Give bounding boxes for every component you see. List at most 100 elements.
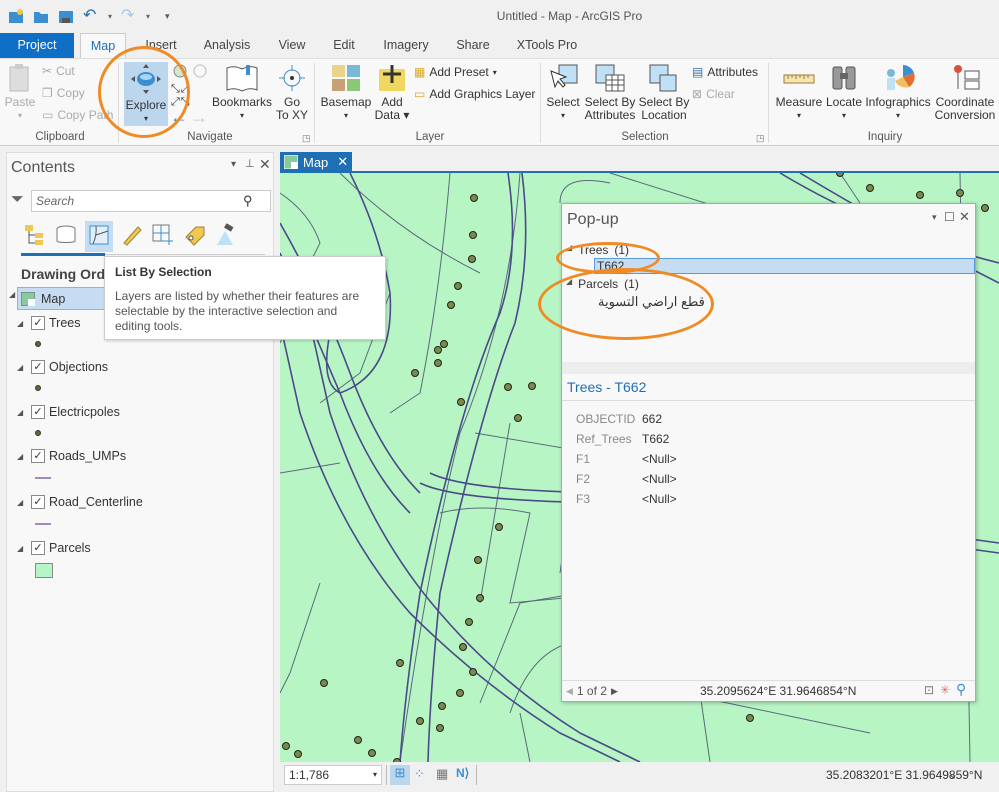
paste-button[interactable]: Paste ▾ xyxy=(4,63,36,122)
infographics-button[interactable]: Infographics ▾ xyxy=(864,63,932,122)
previous-extent-icon[interactable]: ← xyxy=(170,107,188,128)
tree-point[interactable] xyxy=(440,340,448,348)
cut-button[interactable]: ✂ Cut xyxy=(42,64,75,78)
popup-feature-parcel[interactable]: قطع اراضي التسوية xyxy=(598,294,705,310)
tree-point[interactable] xyxy=(282,742,290,750)
measure-button[interactable]: Measure ▾ xyxy=(774,63,824,122)
tree-point[interactable] xyxy=(354,736,362,744)
snapping-toggle-icon[interactable]: ⊞ xyxy=(390,765,410,785)
zoom-to-selection-icon[interactable] xyxy=(192,63,208,82)
popup-feature-t662[interactable]: T662 xyxy=(594,258,975,274)
tree-point[interactable] xyxy=(469,668,477,676)
tab-imagery[interactable]: Imagery xyxy=(380,33,432,58)
expand-layer-icon[interactable]: ◢ xyxy=(17,363,27,372)
previous-feature-icon[interactable]: ◀ xyxy=(566,686,573,697)
maximize-icon[interactable]: ☐ xyxy=(944,210,955,224)
tree-point[interactable] xyxy=(476,594,484,602)
close-pane-icon[interactable]: ✕ xyxy=(259,156,271,173)
close-tab-icon[interactable]: ✕ xyxy=(337,154,348,170)
tab-project[interactable]: Project xyxy=(0,33,74,58)
tab-view[interactable]: View xyxy=(274,33,310,58)
splitter[interactable] xyxy=(562,362,975,374)
copy-path-button[interactable]: ▭ Copy Path xyxy=(42,108,113,122)
tree-point[interactable] xyxy=(956,189,964,197)
tree-point[interactable] xyxy=(495,523,503,531)
tab-map[interactable]: Map xyxy=(80,33,126,59)
copy-button[interactable]: ❐ Copy xyxy=(42,86,85,100)
layer-row-roads-umps[interactable]: ◢ ✓ Roads_UMPs xyxy=(17,449,126,463)
layer-visibility-checkbox[interactable]: ✓ xyxy=(31,449,45,463)
popup-table-icon[interactable]: ⊡ xyxy=(924,683,934,697)
tree-point[interactable] xyxy=(436,724,444,732)
layer-row-electricpoles[interactable]: ◢ ✓ Electricpoles xyxy=(17,405,120,419)
tree-point[interactable] xyxy=(447,301,455,309)
tab-insert[interactable]: Insert xyxy=(138,33,184,58)
chevron-down-icon[interactable]: ▾ xyxy=(373,770,377,779)
layer-visibility-checkbox[interactable]: ✓ xyxy=(31,495,45,509)
map-node[interactable]: Map xyxy=(17,287,107,310)
tab-xtools-pro[interactable]: XTools Pro xyxy=(514,33,580,58)
layer-row-road-centerline[interactable]: ◢ ✓ Road_Centerline xyxy=(17,495,143,509)
tree-point[interactable] xyxy=(320,679,328,687)
tree-point[interactable] xyxy=(438,702,446,710)
tree-point[interactable] xyxy=(470,194,478,202)
full-extent-icon[interactable] xyxy=(172,63,188,82)
popup-menu-icon[interactable]: ▾ xyxy=(932,212,937,223)
tree-point[interactable] xyxy=(746,714,754,722)
tree-point[interactable] xyxy=(866,184,874,192)
tree-point[interactable] xyxy=(514,414,522,422)
tab-edit[interactable]: Edit xyxy=(328,33,360,58)
clear-selection-button[interactable]: ⊠ Clear xyxy=(692,87,735,101)
collapse-icon[interactable]: ◢ xyxy=(566,243,572,257)
list-by-drawing-order-icon[interactable] xyxy=(23,223,47,250)
next-feature-icon[interactable]: ▶ xyxy=(611,686,618,697)
tree-point[interactable] xyxy=(294,750,302,758)
tree-point[interactable] xyxy=(459,643,467,651)
auto-hide-pin-icon[interactable]: ⊥ xyxy=(245,157,255,170)
expand-layer-icon[interactable]: ◢ xyxy=(17,498,27,507)
layer-visibility-checkbox[interactable]: ✓ xyxy=(31,316,45,330)
tree-point[interactable] xyxy=(504,383,512,391)
expand-layer-icon[interactable]: ◢ xyxy=(17,452,27,461)
zoom-to-feature-icon[interactable]: ⚲ xyxy=(956,681,966,698)
tree-point[interactable] xyxy=(411,369,419,377)
add-preset-button[interactable]: ▦ Add Preset ▾ xyxy=(414,65,497,79)
tab-share[interactable]: Share xyxy=(452,33,494,58)
close-popup-icon[interactable]: ✕ xyxy=(959,209,970,225)
popup-group-trees[interactable]: ◢ Trees (1) xyxy=(566,243,629,257)
tree-point[interactable] xyxy=(981,204,989,212)
select-by-attributes-button[interactable]: Select By Attributes xyxy=(584,63,636,122)
layer-visibility-checkbox[interactable]: ✓ xyxy=(31,360,45,374)
expand-layer-icon[interactable]: ◢ xyxy=(17,319,27,328)
tree-point[interactable] xyxy=(836,173,844,177)
list-by-perspective-imagery-icon[interactable] xyxy=(213,223,237,250)
add-data-button[interactable]: Add Data ▾ xyxy=(374,63,410,122)
flash-feature-icon[interactable]: ✳ xyxy=(940,683,950,697)
selection-launcher-icon[interactable]: ◳ xyxy=(756,133,765,144)
basemap-button[interactable]: Basemap ▾ xyxy=(320,63,372,122)
layer-row-trees[interactable]: ◢ ✓ Trees xyxy=(17,316,81,330)
tree-point[interactable] xyxy=(368,749,376,757)
scale-selector[interactable]: 1:1,786 ▾ xyxy=(284,765,382,785)
grid-toggle-icon[interactable]: ⁘ xyxy=(414,766,425,782)
tree-point[interactable] xyxy=(416,717,424,725)
tree-point[interactable] xyxy=(434,359,442,367)
next-extent-icon[interactable]: → xyxy=(190,107,208,128)
tree-point[interactable] xyxy=(456,689,464,697)
tree-point[interactable] xyxy=(528,382,536,390)
layer-visibility-checkbox[interactable]: ✓ xyxy=(31,541,45,555)
navigate-launcher-icon[interactable]: ◳ xyxy=(302,133,311,144)
tree-point[interactable] xyxy=(469,231,477,239)
locate-button[interactable]: Locate ▾ xyxy=(824,63,864,122)
explore-button[interactable]: Explore ▾ xyxy=(124,62,168,126)
list-by-data-source-icon[interactable] xyxy=(54,223,78,250)
list-by-snapping-icon[interactable] xyxy=(151,223,175,250)
tree-point[interactable] xyxy=(916,191,924,199)
list-by-editing-icon[interactable] xyxy=(120,223,144,250)
layer-row-objections[interactable]: ◢ ✓ Objections xyxy=(17,360,108,374)
search-icon[interactable]: ⚲ xyxy=(243,193,253,209)
layer-visibility-checkbox[interactable]: ✓ xyxy=(31,405,45,419)
tree-point[interactable] xyxy=(474,556,482,564)
contents-search-input[interactable]: Search xyxy=(31,190,271,212)
tree-point[interactable] xyxy=(457,398,465,406)
